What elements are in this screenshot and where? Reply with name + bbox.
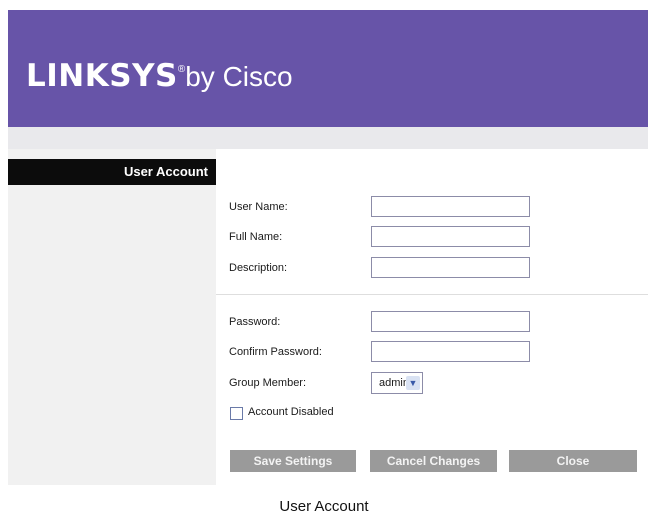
group-member-select[interactable]: admin ▼ xyxy=(371,372,423,394)
header-strip xyxy=(8,127,648,149)
cancel-changes-button[interactable]: Cancel Changes xyxy=(370,450,497,472)
group-member-value: admin xyxy=(379,377,409,389)
registered-mark: ® xyxy=(177,64,186,75)
description-label: Description: xyxy=(229,262,288,274)
user-name-input[interactable] xyxy=(371,196,530,217)
user-name-label: User Name: xyxy=(229,201,288,213)
sidebar-title: User Account xyxy=(8,159,216,185)
header-banner: LINKSYS®by Cisco xyxy=(8,10,648,127)
figure-caption: User Account xyxy=(279,498,369,515)
close-button[interactable]: Close xyxy=(509,450,637,472)
account-disabled-checkbox[interactable] xyxy=(230,407,243,420)
sidebar xyxy=(8,149,216,485)
save-settings-button[interactable]: Save Settings xyxy=(230,450,356,472)
chevron-down-icon[interactable]: ▼ xyxy=(406,376,420,390)
full-name-label: Full Name: xyxy=(229,231,283,243)
linksys-logo: LINKSYS®by Cisco xyxy=(26,58,293,94)
password-input[interactable] xyxy=(371,311,530,332)
confirm-password-input[interactable] xyxy=(371,341,530,362)
section-divider xyxy=(216,294,648,295)
brand-name: LINKSYS xyxy=(26,58,178,94)
description-input[interactable] xyxy=(371,257,530,278)
group-member-label: Group Member: xyxy=(229,377,307,389)
account-disabled-label: Account Disabled xyxy=(248,406,334,418)
password-label: Password: xyxy=(229,316,281,328)
brand-suffix: by Cisco xyxy=(185,61,293,92)
full-name-input[interactable] xyxy=(371,226,530,247)
confirm-password-label: Confirm Password: xyxy=(229,346,322,358)
